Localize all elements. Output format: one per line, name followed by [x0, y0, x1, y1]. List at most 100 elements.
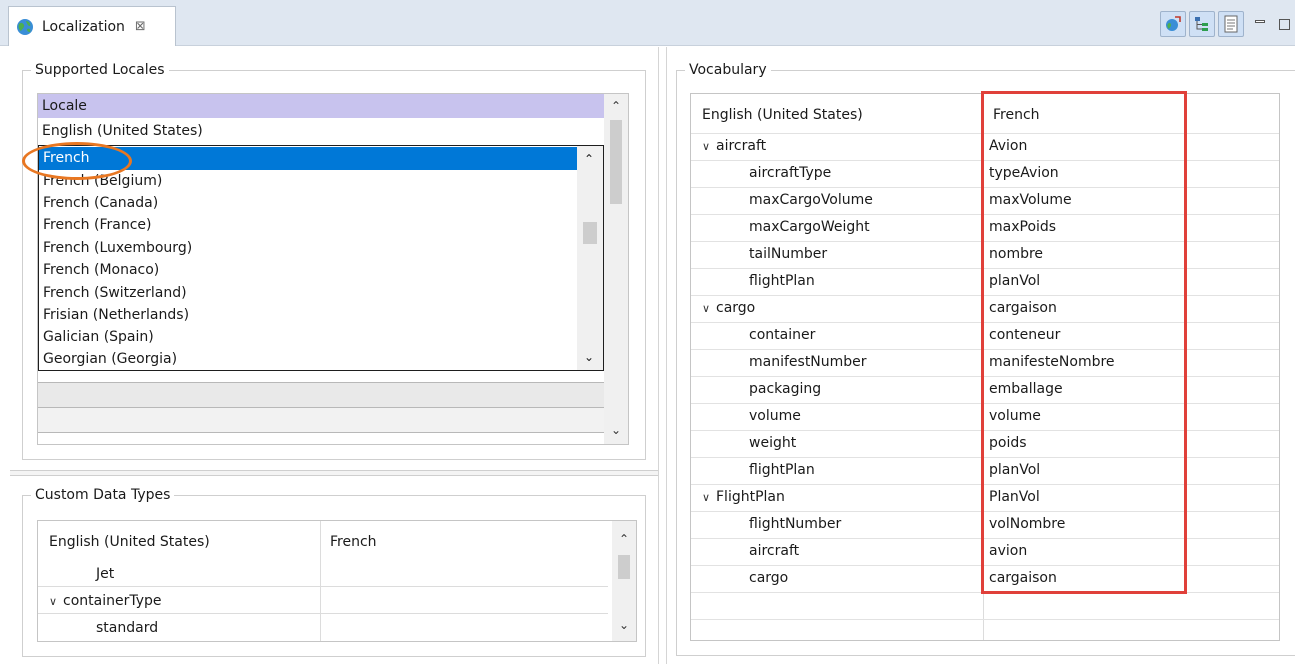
dropdown-option[interactable]: Georgian (Georgia) — [39, 348, 577, 370]
dropdown-scrollbar[interactable]: ⌃ ⌄ — [577, 146, 603, 370]
vocab-row-label: FlightPlan — [716, 489, 785, 505]
vocab-row-target[interactable]: avion — [989, 538, 1027, 565]
scroll-thumb[interactable] — [610, 120, 622, 204]
vocab-row-target[interactable]: poids — [989, 430, 1027, 457]
row-divider — [38, 613, 608, 614]
vocab-row-target[interactable]: cargaison — [989, 295, 1057, 322]
vocab-row-target[interactable]: maxPoids — [989, 214, 1056, 241]
vocab-row-target[interactable]: Avion — [989, 133, 1027, 160]
close-icon[interactable]: ⊠ — [135, 19, 146, 34]
dropdown-option[interactable]: French (Luxembourg) — [39, 237, 577, 260]
vocabulary-table: English (United States) French ∨ aircraft… — [690, 93, 1280, 641]
cdt-header-source[interactable]: English (United States) — [49, 529, 210, 555]
locale-column-header[interactable]: Locale — [38, 94, 604, 118]
vocab-row-source[interactable]: flightPlan — [749, 268, 815, 295]
document-icon[interactable] — [1218, 11, 1244, 37]
vocab-row-target[interactable]: PlanVol — [989, 484, 1040, 511]
minimize-icon[interactable] — [1249, 13, 1271, 35]
column-separator — [983, 94, 984, 640]
vocab-row-label: aircraft — [716, 138, 767, 154]
cdt-row-label: containerType — [63, 593, 162, 609]
scroll-down-icon[interactable]: ⌄ — [584, 350, 594, 364]
cdt-header-target[interactable]: French — [330, 529, 377, 555]
dropdown-option[interactable]: Galician (Spain) — [39, 326, 577, 349]
column-separator — [320, 521, 321, 641]
vocab-row-source[interactable]: volume — [749, 403, 801, 430]
scroll-up-icon[interactable]: ⌃ — [618, 533, 630, 545]
vocab-row-source[interactable]: manifestNumber — [749, 349, 867, 376]
dropdown-option-selected[interactable]: French — [39, 147, 577, 170]
vocab-row-source[interactable]: weight — [749, 430, 796, 457]
custom-data-types-table: English (United States) French Jet ∨ cont… — [37, 520, 637, 642]
locale-row[interactable]: English (United States) — [42, 120, 203, 142]
dropdown-option[interactable]: French (Monaco) — [39, 259, 577, 282]
vocab-row-source[interactable]: cargo — [749, 565, 788, 592]
cdt-row-source[interactable]: standard — [96, 615, 158, 641]
vertical-divider — [658, 47, 659, 664]
vocab-row-target[interactable]: conteneur — [989, 322, 1060, 349]
vocabulary-legend: Vocabulary — [689, 62, 767, 78]
vocab-row-target[interactable]: emballage — [989, 376, 1063, 403]
vocab-row-target[interactable]: maxVolume — [989, 187, 1072, 214]
cdt-scrollbar[interactable]: ⌃ ⌄ — [612, 521, 636, 641]
scroll-down-icon[interactable]: ⌄ — [610, 424, 622, 436]
vocab-row-source[interactable]: container — [749, 322, 815, 349]
view-tab-bar: Localization ⊠ — [0, 0, 1295, 46]
scroll-thumb[interactable] — [583, 222, 597, 244]
locales-scrollbar[interactable]: ⌃ ⌄ — [604, 94, 628, 444]
horizontal-sash[interactable] — [10, 470, 658, 476]
maximize-icon[interactable] — [1273, 13, 1295, 35]
scroll-down-icon[interactable]: ⌄ — [618, 619, 630, 631]
localization-tab[interactable]: Localization ⊠ — [8, 6, 176, 46]
vocab-header-source[interactable]: English (United States) — [702, 102, 863, 129]
row-divider — [691, 619, 1279, 620]
dropdown-option[interactable]: French (Belgium) — [39, 170, 577, 193]
vocab-row-source[interactable]: ∨ cargo — [702, 295, 755, 322]
vocab-row-label: cargo — [716, 300, 756, 316]
chevron-down-icon[interactable]: ∨ — [702, 484, 716, 511]
scroll-up-icon[interactable]: ⌃ — [610, 100, 622, 112]
vocab-row-source[interactable]: tailNumber — [749, 241, 827, 268]
cdt-row-source[interactable]: Jet — [96, 561, 114, 587]
vocab-row-target[interactable]: volume — [989, 403, 1041, 430]
dropdown-option[interactable]: French (Switzerland) — [39, 282, 577, 305]
vocab-row-source[interactable]: aircraft — [749, 538, 799, 565]
chevron-down-icon[interactable]: ∨ — [702, 133, 716, 160]
dropdown-option[interactable]: French (France) — [39, 214, 577, 237]
vocab-row-target[interactable]: planVol — [989, 268, 1040, 295]
view-toolbar — [1160, 10, 1295, 38]
vocab-row-source[interactable]: packaging — [749, 376, 821, 403]
row-divider — [38, 586, 608, 587]
vocab-row-source[interactable]: aircraftType — [749, 160, 831, 187]
empty-row — [38, 383, 604, 407]
tree-view-icon[interactable] — [1189, 11, 1215, 37]
chevron-down-icon[interactable]: ∨ — [49, 589, 63, 615]
dropdown-option[interactable]: Frisian (Netherlands) — [39, 304, 577, 327]
vocab-row-target[interactable]: manifesteNombre — [989, 349, 1115, 376]
vocab-header-target[interactable]: French — [993, 102, 1040, 129]
locale-dropdown-list[interactable]: French French (Belgium) French (Canada) … — [38, 145, 604, 371]
cdt-row-source[interactable]: ∨ containerType — [49, 588, 162, 614]
dropdown-option[interactable]: French (Canada) — [39, 192, 577, 215]
globe-refresh-icon[interactable] — [1160, 11, 1186, 37]
globe-icon — [17, 18, 33, 35]
vocab-row-target[interactable]: cargaison — [989, 565, 1057, 592]
vocab-row-target[interactable]: nombre — [989, 241, 1043, 268]
vocab-row-target[interactable]: volNombre — [989, 511, 1065, 538]
row-divider — [691, 592, 1279, 593]
tab-title: Localization — [42, 18, 125, 35]
vocab-row-source[interactable]: maxCargoVolume — [749, 187, 873, 214]
vocab-row-source[interactable]: ∨ FlightPlan — [702, 484, 785, 511]
custom-data-types-legend: Custom Data Types — [35, 487, 171, 503]
vocab-row-target[interactable]: planVol — [989, 457, 1040, 484]
vocab-row-source[interactable]: flightPlan — [749, 457, 815, 484]
row-divider — [38, 432, 604, 433]
vocab-row-source[interactable]: maxCargoWeight — [749, 214, 870, 241]
chevron-down-icon[interactable]: ∨ — [702, 295, 716, 322]
scroll-thumb[interactable] — [618, 555, 630, 579]
vocab-row-target[interactable]: typeAvion — [989, 160, 1059, 187]
vocab-row-source[interactable]: flightNumber — [749, 511, 841, 538]
vocab-row-source[interactable]: ∨ aircraft — [702, 133, 766, 160]
vertical-divider-right — [666, 47, 667, 664]
scroll-up-icon[interactable]: ⌃ — [584, 152, 594, 166]
